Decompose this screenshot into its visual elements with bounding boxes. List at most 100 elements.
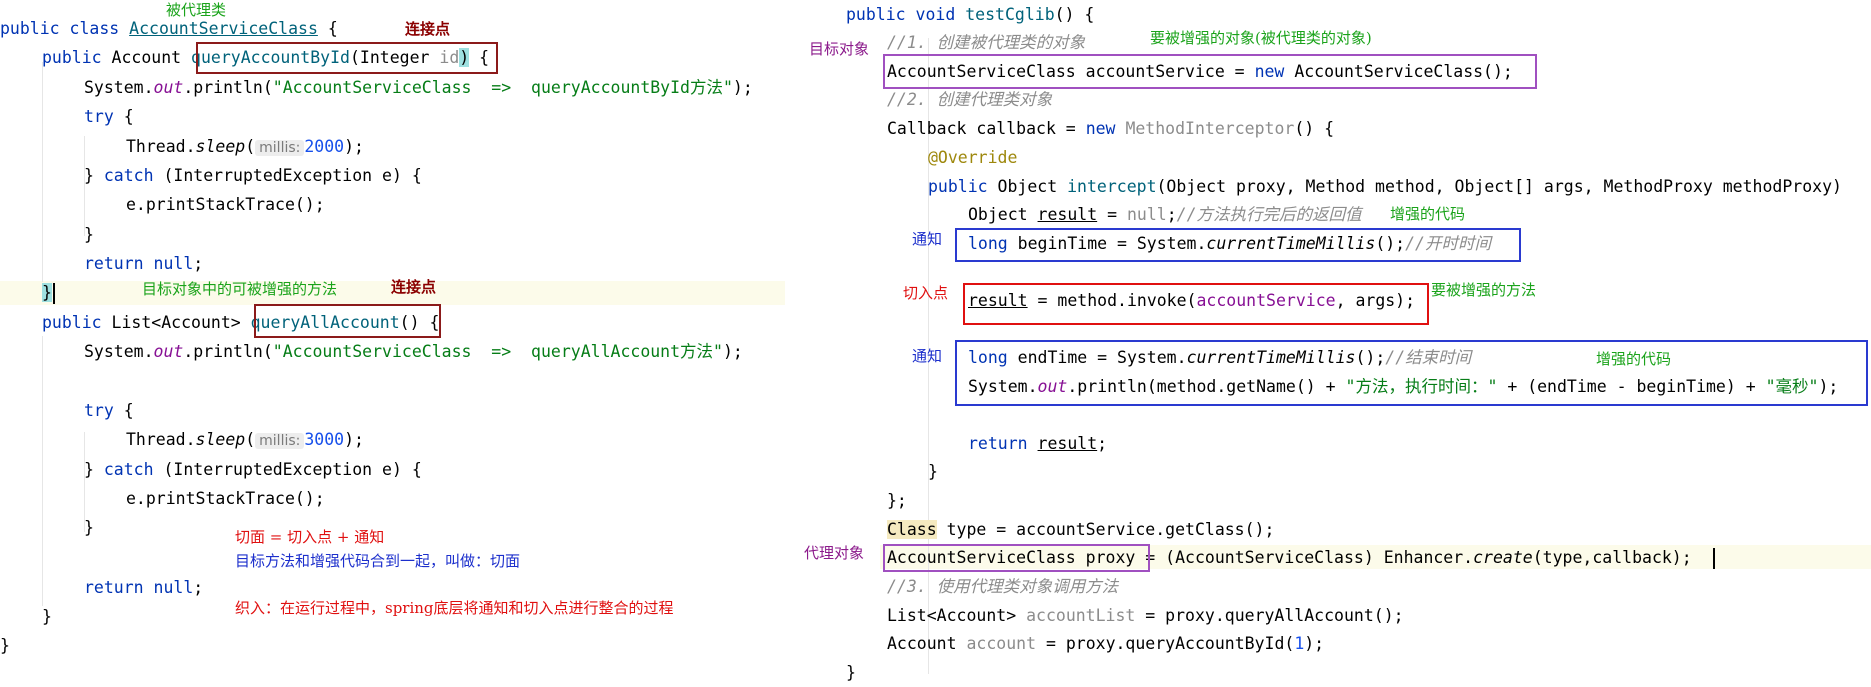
keyword: try: [84, 401, 114, 420]
code-line-try: try {: [84, 399, 134, 423]
code-text: ;: [193, 578, 204, 597]
brace: }: [84, 225, 94, 244]
static-method: create: [1473, 548, 1533, 567]
keyword: return null: [84, 578, 194, 597]
code-text: ;: [193, 254, 204, 273]
code-text: .println(: [183, 78, 273, 97]
keyword: public void: [846, 5, 966, 24]
code-line-class-end: }: [0, 634, 10, 658]
note-pointcut: 切入点: [903, 284, 949, 302]
number-literal: 1: [1294, 634, 1305, 653]
pointcut-box: [963, 283, 1429, 325]
brace: }: [0, 636, 10, 655]
comment: //3. 使用代理类对象调用方法: [887, 577, 1119, 596]
text-caret: [1713, 548, 1715, 569]
brace: }: [928, 462, 938, 481]
number-literal: 2000: [304, 137, 345, 156]
note-joinpoint: 连接点: [391, 278, 437, 296]
code-text: (InterruptedException e) {: [153, 166, 422, 185]
brace: }: [42, 283, 52, 302]
code-text: = (AccountServiceClass) Enhancer.: [1135, 548, 1474, 567]
code-line-callback: Callback callback = new MethodIntercepto…: [887, 117, 1334, 141]
method-name[interactable]: testCglib: [965, 5, 1054, 24]
note-aspect-formula: 切面 = 切入点 + 通知: [235, 528, 385, 546]
keyword: public: [42, 48, 112, 67]
comment: //1. 创建被代理类的对象: [887, 33, 1086, 52]
advice-box: [955, 340, 1868, 406]
code-text: ;: [1097, 434, 1108, 453]
keyword: new: [1085, 119, 1126, 138]
code-line-comment: //2. 创建代理类对象: [887, 88, 1052, 112]
class-name[interactable]: AccountServiceClass: [129, 19, 318, 38]
code-text: (: [245, 137, 256, 156]
joinpoint-box: [196, 42, 498, 74]
code-text: e.printStackTrace();: [126, 195, 325, 214]
code-text: = proxy.queryAllAccount();: [1135, 606, 1404, 625]
keyword: public: [42, 313, 112, 332]
code-text: Callback callback =: [887, 119, 1086, 138]
code-line-return-result: return result;: [968, 432, 1107, 456]
keyword: return null: [84, 254, 194, 273]
advice-box: [955, 228, 1521, 262]
code-line-result-decl: Object result = null;//方法执行完后的返回值: [968, 203, 1362, 227]
code-text: (type,callback);: [1532, 548, 1692, 567]
code-text: =: [1097, 205, 1127, 224]
code-line-close-brace: }: [84, 516, 94, 540]
code-text: );: [723, 342, 743, 361]
variable: result: [1037, 434, 1098, 453]
code-line-return: return null;: [84, 252, 203, 276]
target-object-box: [883, 54, 1537, 89]
note-enhanceable-method: 目标对象中的可被增强的方法: [142, 280, 338, 298]
annotation: @Override: [928, 148, 1018, 167]
unused-variable: accountList: [1026, 606, 1136, 625]
note-target-object: 目标对象: [809, 40, 870, 58]
code-line-print-stack: e.printStackTrace();: [126, 193, 325, 217]
string-literal: "AccountServiceClass => queryAccountById…: [272, 78, 733, 97]
parameter-hint: millis:: [255, 433, 305, 449]
static-method: sleep: [195, 430, 246, 449]
note-enhanced-object: 要被增强的对象(被代理类的对象): [1150, 29, 1372, 47]
keyword: public: [928, 177, 998, 196]
code-text: List<Account>: [887, 606, 1027, 625]
code-text: );: [1304, 634, 1325, 653]
code-text: type = accountService.getClass();: [936, 520, 1275, 539]
param-list: (Object proxy, Method method, Object[] a…: [1156, 177, 1842, 196]
method-name[interactable]: intercept: [1067, 177, 1156, 196]
code-line-catch: } catch (InterruptedException e) {: [84, 164, 422, 188]
code-text: Account: [887, 634, 967, 653]
code-text: Thread.: [126, 137, 196, 156]
code-text: () {: [1054, 5, 1095, 24]
code-text: Object: [968, 205, 1038, 224]
code-line-method-end: }: [42, 605, 52, 629]
keyword: public class: [0, 19, 130, 38]
note-enhancement-code: 增强的代码: [1390, 205, 1466, 223]
code-line-return: return null;: [84, 576, 203, 600]
null-literal: null: [1126, 205, 1167, 224]
code-text: System.: [84, 78, 154, 97]
note-advice: 通知: [912, 230, 943, 248]
code-text: );: [344, 430, 364, 449]
code-line-catch: } catch (InterruptedException e) {: [84, 458, 422, 482]
code-line-method-end: }: [846, 661, 856, 685]
code-line-close-anon: };: [887, 489, 907, 513]
brace: };: [887, 491, 907, 510]
variable: result: [1037, 205, 1098, 224]
code-text: () {: [1294, 119, 1335, 138]
number-literal: 3000: [304, 430, 345, 449]
code-line-comment: //3. 使用代理类对象调用方法: [887, 575, 1118, 599]
brace: {: [317, 19, 338, 38]
indent-guide: [42, 336, 43, 606]
code-line-sleep: Thread.sleep(millis: 3000);: [126, 428, 364, 452]
code-line-println: System.out.println("AccountServiceClass …: [84, 340, 743, 364]
keyword: try: [84, 107, 114, 126]
code-text: }: [84, 460, 104, 479]
code-line-test-method: public void testCglib() {: [846, 3, 1094, 27]
code-text: = proxy.queryAccountById(: [1036, 634, 1295, 653]
code-line-println: System.out.println("AccountServiceClass …: [84, 76, 753, 100]
return-type: Account: [111, 48, 192, 67]
note-proxy-object: 代理对象: [804, 544, 865, 562]
joinpoint-box: [254, 304, 441, 338]
code-line-comment: //1. 创建被代理类的对象: [887, 31, 1085, 55]
code-text: e.printStackTrace();: [126, 489, 325, 508]
code-line-get-class: Class type = accountService.getClass();: [887, 518, 1274, 542]
